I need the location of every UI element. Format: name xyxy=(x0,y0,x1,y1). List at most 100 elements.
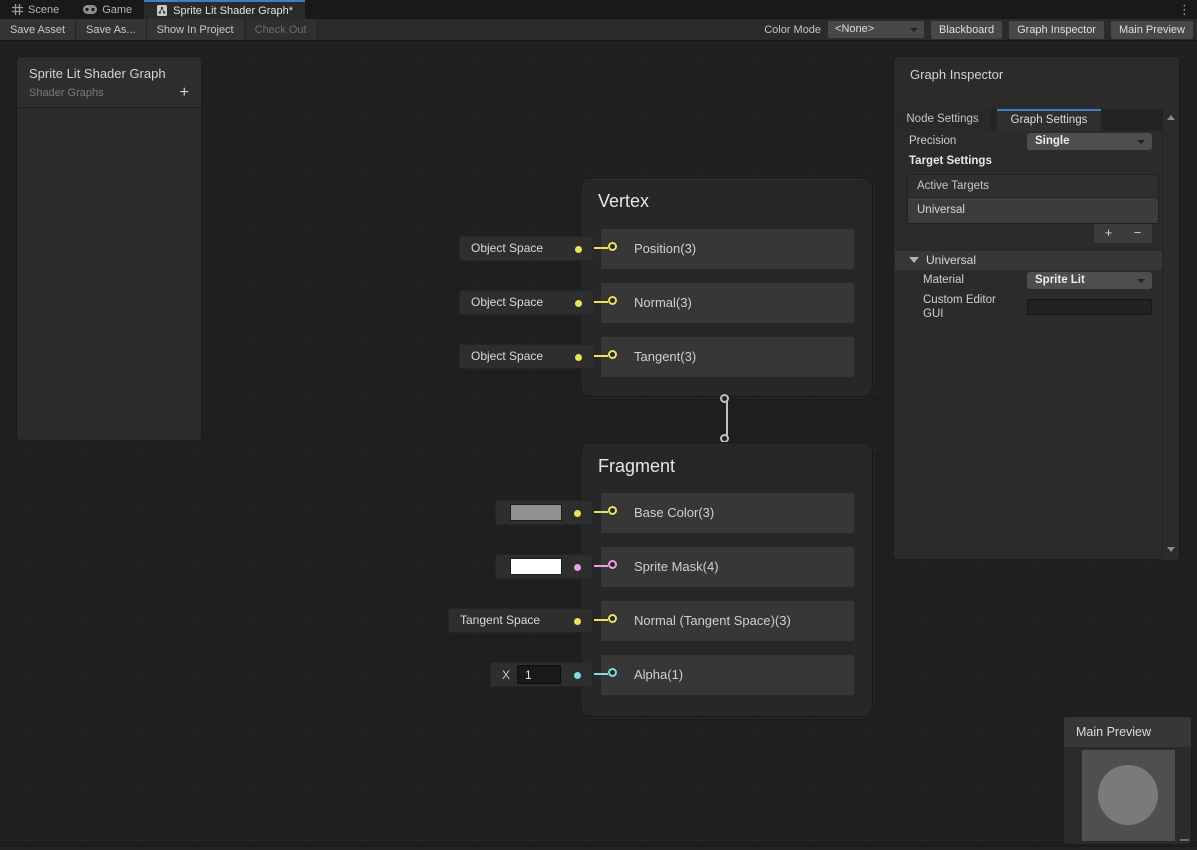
port-vec3-icon[interactable] xyxy=(608,614,617,623)
tab-shader-graph[interactable]: Sprite Lit Shader Graph* xyxy=(144,0,305,19)
active-targets-header: Active Targets xyxy=(908,175,1158,198)
check-out-button[interactable]: Check Out xyxy=(245,19,318,40)
fragment-alpha-slot[interactable]: Alpha(1) xyxy=(601,655,854,695)
color-mode-value: <None> xyxy=(835,23,874,35)
vertex-tangent-slot[interactable]: Tangent(3) xyxy=(601,337,854,377)
main-preview-title: Main Preview xyxy=(1064,717,1191,747)
target-item-universal[interactable]: Universal xyxy=(908,198,1158,223)
fragment-sprite-mask-slot[interactable]: Sprite Mask(4) xyxy=(601,547,854,587)
vertex-node-title: Vertex xyxy=(598,191,649,212)
shader-graph-doc-icon xyxy=(156,4,168,17)
precision-label: Precision xyxy=(909,135,956,147)
port-dot-vec3-icon xyxy=(574,618,581,625)
edge-sprite-mask xyxy=(594,565,608,567)
port-float-icon[interactable] xyxy=(608,668,617,677)
window-bottom-border xyxy=(0,846,1197,850)
edge-position xyxy=(594,247,608,249)
resize-handle[interactable] xyxy=(1180,839,1189,841)
main-preview-toggle-button[interactable]: Main Preview xyxy=(1111,21,1193,39)
vertex-output-port[interactable] xyxy=(720,394,729,403)
port-vec3-icon[interactable] xyxy=(608,506,617,515)
color-mode-dropdown[interactable]: <None> xyxy=(828,21,924,38)
remove-target-button[interactable]: − xyxy=(1123,224,1152,243)
toolbar-right-group: Color Mode <None> Blackboard Graph Inspe… xyxy=(764,21,1197,39)
edge-normal-ts xyxy=(594,619,608,621)
base-color-field[interactable] xyxy=(495,500,593,525)
normal-space-pill[interactable]: Tangent Space xyxy=(448,608,593,633)
inspector-tab-strip: Node Settings Graph Settings xyxy=(894,109,1164,131)
color-mode-label: Color Mode xyxy=(764,24,821,36)
precision-dropdown[interactable]: Single xyxy=(1027,133,1152,150)
port-dot-vec3-icon xyxy=(575,354,582,361)
port-dot-float-icon xyxy=(574,672,581,679)
material-label: Material xyxy=(923,274,964,286)
blackboard-header: Sprite Lit Shader Graph Shader Graphs + xyxy=(17,57,201,108)
tab-game[interactable]: Game xyxy=(71,0,144,19)
tab-graph-settings[interactable]: Graph Settings xyxy=(997,109,1101,131)
custom-editor-gui-input[interactable] xyxy=(1027,299,1152,315)
alpha-input[interactable] xyxy=(517,665,561,684)
foldout-triangle-icon xyxy=(909,257,919,263)
edge-base-color xyxy=(594,511,608,513)
active-targets-list: Active Targets Universal xyxy=(907,174,1159,224)
edge-normal xyxy=(594,301,608,303)
port-vec3-icon[interactable] xyxy=(608,296,617,305)
tab-game-label: Game xyxy=(102,4,132,16)
scroll-down-icon[interactable] xyxy=(1167,547,1175,552)
vertex-node[interactable]: Vertex Position(3) Normal(3) Tangent(3) xyxy=(580,177,873,397)
blackboard-toggle-button[interactable]: Blackboard xyxy=(931,21,1002,39)
window-menu-icon[interactable]: ⋮ xyxy=(1178,1,1191,18)
universal-foldout[interactable]: Universal xyxy=(895,251,1164,270)
vertex-position-slot[interactable]: Position(3) xyxy=(601,229,854,269)
chevron-down-icon xyxy=(1137,279,1145,283)
main-preview-panel[interactable]: Main Preview xyxy=(1063,716,1192,845)
graph-inspector-toggle-button[interactable]: Graph Inspector xyxy=(1009,21,1104,39)
edge-alpha xyxy=(594,673,608,675)
alpha-field[interactable]: X xyxy=(490,662,593,687)
fragment-node-title: Fragment xyxy=(598,456,675,477)
chevron-down-icon xyxy=(910,28,918,32)
tab-node-settings[interactable]: Node Settings xyxy=(894,109,991,131)
toolbar-left-group: Save Asset Save As... Show In Project Ch… xyxy=(0,19,318,40)
scene-grid-icon xyxy=(12,4,23,15)
fragment-base-color-slot[interactable]: Base Color(3) xyxy=(601,493,854,533)
show-in-project-button[interactable]: Show In Project xyxy=(147,19,245,40)
base-color-swatch[interactable] xyxy=(510,504,562,521)
blackboard-panel[interactable]: Sprite Lit Shader Graph Shader Graphs + xyxy=(16,56,202,441)
alpha-x-label: X xyxy=(502,668,510,682)
custom-editor-label-line2: GUI xyxy=(923,308,943,320)
port-vec3-icon[interactable] xyxy=(608,242,617,251)
preview-sphere xyxy=(1098,765,1158,825)
port-dot-vec3-icon xyxy=(574,510,581,517)
tab-shader-graph-label: Sprite Lit Shader Graph* xyxy=(173,5,293,17)
fragment-normal-slot[interactable]: Normal (Tangent Space)(3) xyxy=(601,601,854,641)
add-target-button[interactable]: + xyxy=(1094,224,1123,243)
port-dot-vec4-icon xyxy=(574,564,581,571)
sprite-mask-field[interactable] xyxy=(495,554,593,579)
graph-inspector-panel[interactable]: Graph Inspector Node Settings Graph Sett… xyxy=(893,56,1180,560)
preview-viewport xyxy=(1082,750,1175,841)
add-property-button[interactable]: + xyxy=(180,87,189,99)
save-as-button[interactable]: Save As... xyxy=(76,19,147,40)
graph-inspector-title: Graph Inspector xyxy=(910,67,1003,82)
custom-editor-label-line1: Custom Editor xyxy=(923,294,996,306)
sprite-mask-swatch[interactable] xyxy=(510,558,562,575)
port-vec3-icon[interactable] xyxy=(608,350,617,359)
port-vec4-icon[interactable] xyxy=(608,560,617,569)
tab-scene[interactable]: Scene xyxy=(0,0,71,19)
scroll-up-icon[interactable] xyxy=(1167,115,1175,120)
fragment-node[interactable]: Fragment Base Color(3) Sprite Mask(4) No… xyxy=(580,442,873,717)
position-space-dropdown[interactable]: Object Space xyxy=(459,236,594,261)
port-dot-vec3-icon xyxy=(575,246,582,253)
vertex-normal-slot[interactable]: Normal(3) xyxy=(601,283,854,323)
inspector-scrollbar[interactable] xyxy=(1162,109,1179,560)
list-footer: + − xyxy=(1094,224,1152,243)
tangent-space-dropdown[interactable]: Object Space xyxy=(459,344,594,369)
blackboard-title: Sprite Lit Shader Graph xyxy=(29,66,189,81)
normal-space-dropdown[interactable]: Object Space xyxy=(459,290,594,315)
target-settings-label: Target Settings xyxy=(909,155,992,167)
save-asset-button[interactable]: Save Asset xyxy=(0,19,76,40)
shader-graph-window: Scene Game Sprite Lit Shader Graph* ⋮ Sa… xyxy=(0,0,1197,850)
chevron-down-icon xyxy=(1137,140,1145,144)
material-dropdown[interactable]: Sprite Lit xyxy=(1027,272,1152,289)
